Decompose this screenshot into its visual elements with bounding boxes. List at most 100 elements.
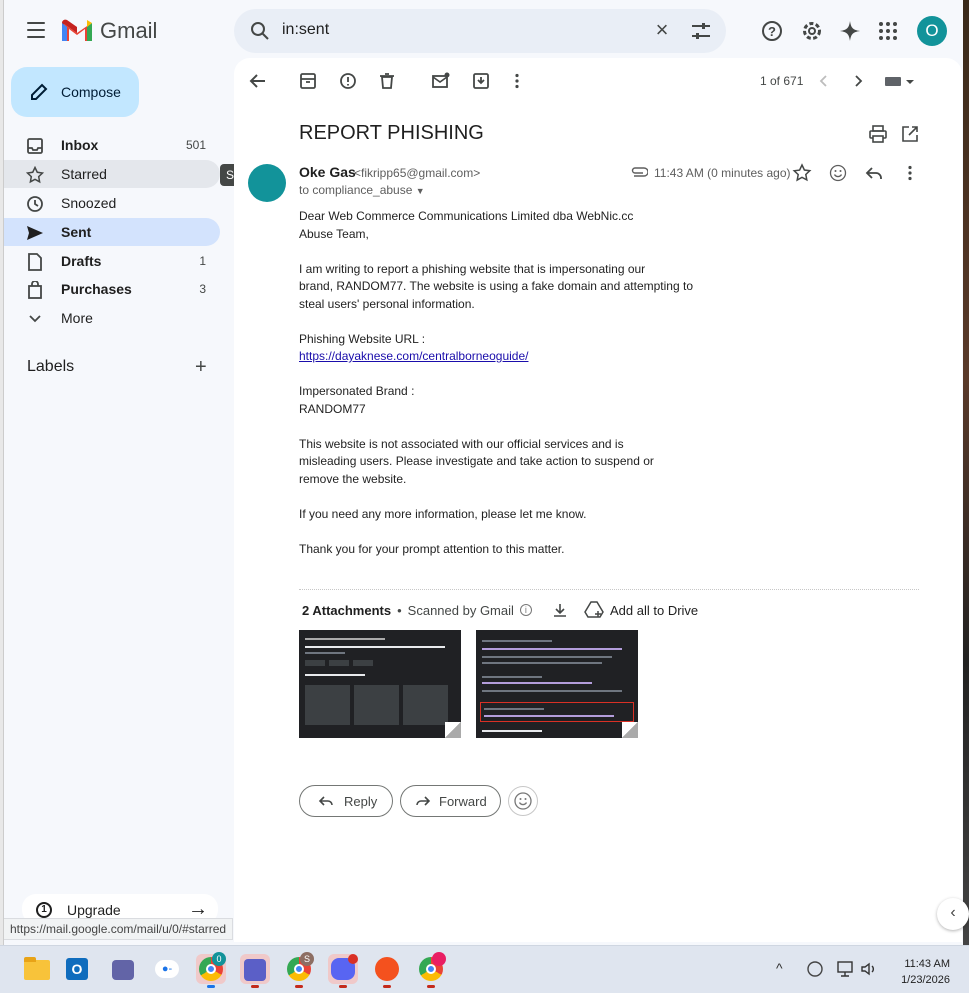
discord-icon[interactable] — [328, 954, 358, 988]
outlook-icon[interactable]: O — [64, 954, 94, 984]
settings-gear-icon[interactable] — [800, 19, 824, 43]
sidebar-item-more[interactable]: More — [4, 304, 220, 332]
mark-unread-icon[interactable] — [431, 71, 451, 91]
search-options-icon[interactable] — [690, 21, 712, 41]
sidebar-item-snoozed[interactable]: Snoozed — [4, 189, 220, 217]
chevron-down-icon — [29, 315, 41, 323]
sidebar-item-purchases[interactable]: Purchases 3 — [4, 275, 220, 303]
volume-icon[interactable] — [860, 960, 878, 978]
page-fold-icon — [445, 722, 461, 738]
side-panel-toggle-icon[interactable]: ‹ — [937, 898, 969, 930]
back-arrow-icon[interactable] — [248, 71, 268, 91]
more-vert-icon[interactable] — [900, 163, 920, 183]
gemini-sparkle-icon[interactable] — [838, 19, 862, 43]
separator-dot: • — [397, 602, 402, 618]
search-bar[interactable]: × — [234, 9, 726, 53]
pagination-text: 1 of 671 — [760, 74, 804, 88]
desktop-edge-right — [963, 0, 969, 945]
account-avatar[interactable]: O — [917, 16, 947, 46]
sidebar-item-label: Drafts — [61, 253, 102, 269]
report-spam-icon[interactable] — [338, 71, 358, 91]
sender-name: Oke Gas — [299, 164, 356, 180]
cloud-sync-icon[interactable] — [806, 960, 824, 978]
reply-button[interactable]: Reply — [299, 785, 393, 817]
attachment-thumbnail-1[interactable] — [299, 630, 461, 738]
delete-icon[interactable] — [377, 71, 397, 91]
password-key-icon[interactable]: ●‐ — [152, 954, 182, 984]
sidebar-item-sent[interactable]: Sent — [4, 218, 220, 246]
chrome-profile-s-icon[interactable]: S — [284, 952, 314, 988]
add-all-to-drive-button[interactable]: Add all to Drive — [584, 601, 698, 619]
body-line: If you need any more information, please… — [299, 506, 587, 521]
scanned-label: Scanned by Gmail — [407, 602, 514, 618]
info-icon[interactable]: i — [519, 604, 532, 616]
sidebar-item-label: Starred — [61, 166, 107, 182]
gmail-logo-icon[interactable] — [62, 19, 92, 41]
send-icon — [27, 226, 43, 240]
sidebar-item-label: Purchases — [61, 281, 132, 297]
sender-avatar — [248, 164, 286, 202]
body-line: misleading users. Please investigate and… — [299, 454, 654, 468]
open-new-window-icon[interactable] — [900, 124, 920, 144]
drafts-count: 1 — [199, 254, 206, 268]
drive-add-icon — [584, 601, 604, 618]
tray-time: 11:43 AM — [904, 958, 950, 970]
labels-heading: Labels — [27, 358, 75, 375]
download-all-icon[interactable] — [552, 602, 568, 618]
star-icon — [26, 166, 44, 184]
add-label-icon[interactable]: + — [195, 357, 207, 377]
teams-icon[interactable] — [108, 954, 138, 984]
svg-text:?: ? — [768, 24, 776, 39]
reply-icon[interactable] — [864, 163, 884, 183]
pencil-icon — [31, 83, 48, 100]
sidebar-item-drafts[interactable]: Drafts 1 — [4, 247, 220, 275]
emoji-button[interactable] — [508, 786, 538, 816]
sketch-app-icon[interactable] — [372, 954, 402, 988]
teams-notification-icon[interactable] — [240, 954, 270, 988]
sidebar-item-starred[interactable]: Starred — [4, 160, 220, 188]
input-tools-keyboard-icon[interactable] — [884, 71, 916, 91]
clock-icon — [27, 196, 43, 212]
body-line: Phishing Website URL : — [299, 331, 426, 346]
search-input[interactable] — [282, 21, 642, 39]
attachments-count: 2 Attachments — [302, 602, 392, 618]
more-vert-icon[interactable] — [507, 71, 527, 91]
body-line: remove the website. — [299, 471, 407, 486]
body-line: brand, RANDOM77. The website is using a … — [299, 279, 693, 293]
search-icon[interactable] — [250, 21, 270, 41]
purchases-count: 3 — [199, 282, 206, 296]
older-chevron-icon[interactable] — [848, 71, 868, 91]
inbox-count: 501 — [185, 138, 206, 152]
network-icon[interactable] — [836, 960, 856, 978]
body-line: RANDOM77 — [299, 401, 366, 416]
emoji-reaction-icon[interactable] — [828, 163, 848, 183]
file-explorer-icon[interactable] — [22, 954, 52, 984]
tray-chevron-up-icon[interactable]: ^ — [776, 960, 783, 976]
newer-chevron-icon[interactable] — [814, 71, 834, 91]
chrome-profile-o-icon[interactable]: 0 — [196, 952, 226, 988]
move-to-icon[interactable] — [471, 71, 491, 91]
forward-button[interactable]: Forward — [400, 785, 501, 817]
print-icon[interactable] — [868, 124, 888, 144]
compose-button[interactable]: Compose — [11, 67, 139, 117]
status-bar-url: https://mail.google.com/mail/u/0/#starre… — [4, 918, 234, 940]
help-icon[interactable]: ? — [760, 19, 784, 43]
body-line: Abuse Team, — [299, 226, 369, 241]
attachment-thumbnail-2[interactable] — [476, 630, 638, 738]
star-icon[interactable] — [792, 163, 812, 183]
sidebar-item-inbox[interactable]: Inbox 501 — [4, 131, 220, 159]
body-line: Impersonated Brand : — [299, 384, 415, 398]
recipient-line[interactable]: to compliance_abuse ▼ — [299, 183, 425, 197]
clear-search-icon[interactable]: × — [652, 19, 672, 41]
phishing-url-link[interactable]: https://dayaknese.com/centralborneoguide… — [299, 349, 528, 363]
caret-down-icon[interactable]: ▼ — [416, 186, 425, 196]
draft-file-icon — [28, 253, 42, 271]
chrome-profile-icon[interactable] — [416, 952, 446, 988]
tray-clock[interactable]: 11:43 AM 1/23/2026 — [890, 956, 950, 988]
smiley-icon — [514, 792, 532, 810]
apps-grid-icon[interactable] — [876, 19, 900, 43]
forward-icon — [416, 796, 431, 806]
tray-date: 1/23/2026 — [901, 974, 950, 986]
archive-icon[interactable] — [298, 71, 318, 91]
main-menu-icon[interactable] — [26, 20, 46, 40]
